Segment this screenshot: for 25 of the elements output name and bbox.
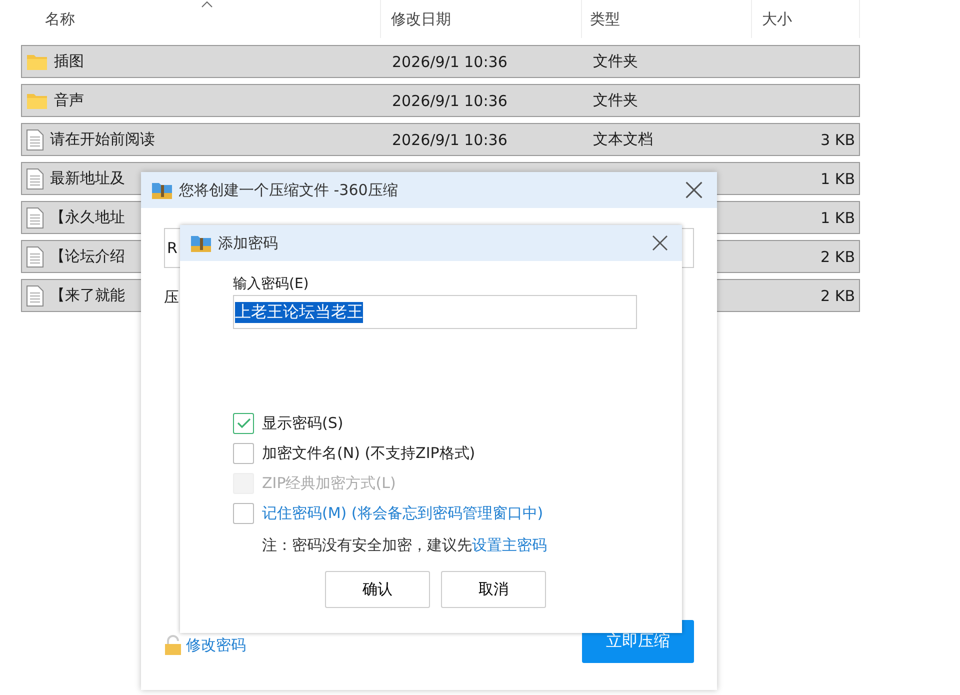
file-size: 3 KB bbox=[820, 130, 856, 148]
file-name: 最新地址及 bbox=[50, 169, 125, 188]
file-size: 2 KB bbox=[820, 286, 856, 304]
dialog-title: 添加密码 bbox=[218, 234, 279, 252]
file-name: 插图 bbox=[54, 52, 84, 71]
file-name: 【来了就能 bbox=[50, 286, 125, 305]
file-name: 【论坛介绍 bbox=[50, 247, 125, 266]
file-date: 2026/9/1 10:36 bbox=[391, 52, 508, 70]
file-name: 请在开始前阅读 bbox=[50, 130, 155, 149]
file-name: 【永久地址 bbox=[50, 208, 125, 227]
path-text: R bbox=[167, 239, 178, 257]
file-size: 2 KB bbox=[820, 248, 856, 266]
security-note: 注：密码没有安全加密，建议先设置主密码 bbox=[262, 536, 548, 555]
file-type: 文本文档 bbox=[592, 130, 653, 148]
password-text: 上老王论坛当老王 bbox=[235, 302, 363, 322]
label-fragment: 压 bbox=[164, 288, 180, 307]
field-label: 输入密码(E) bbox=[233, 275, 310, 293]
file-size: 1 KB bbox=[820, 208, 856, 226]
file-date: 2026/9/1 10:36 bbox=[391, 92, 508, 110]
dialog-title: 您将创建一个压缩文件 -360压缩 bbox=[179, 180, 399, 200]
file-size: 1 KB bbox=[820, 170, 856, 188]
file-date: 2026/9/1 10:36 bbox=[391, 130, 508, 148]
file-type: 文件夹 bbox=[592, 52, 638, 70]
file-type: 文件夹 bbox=[592, 91, 638, 109]
file-name: 音声 bbox=[54, 91, 84, 110]
